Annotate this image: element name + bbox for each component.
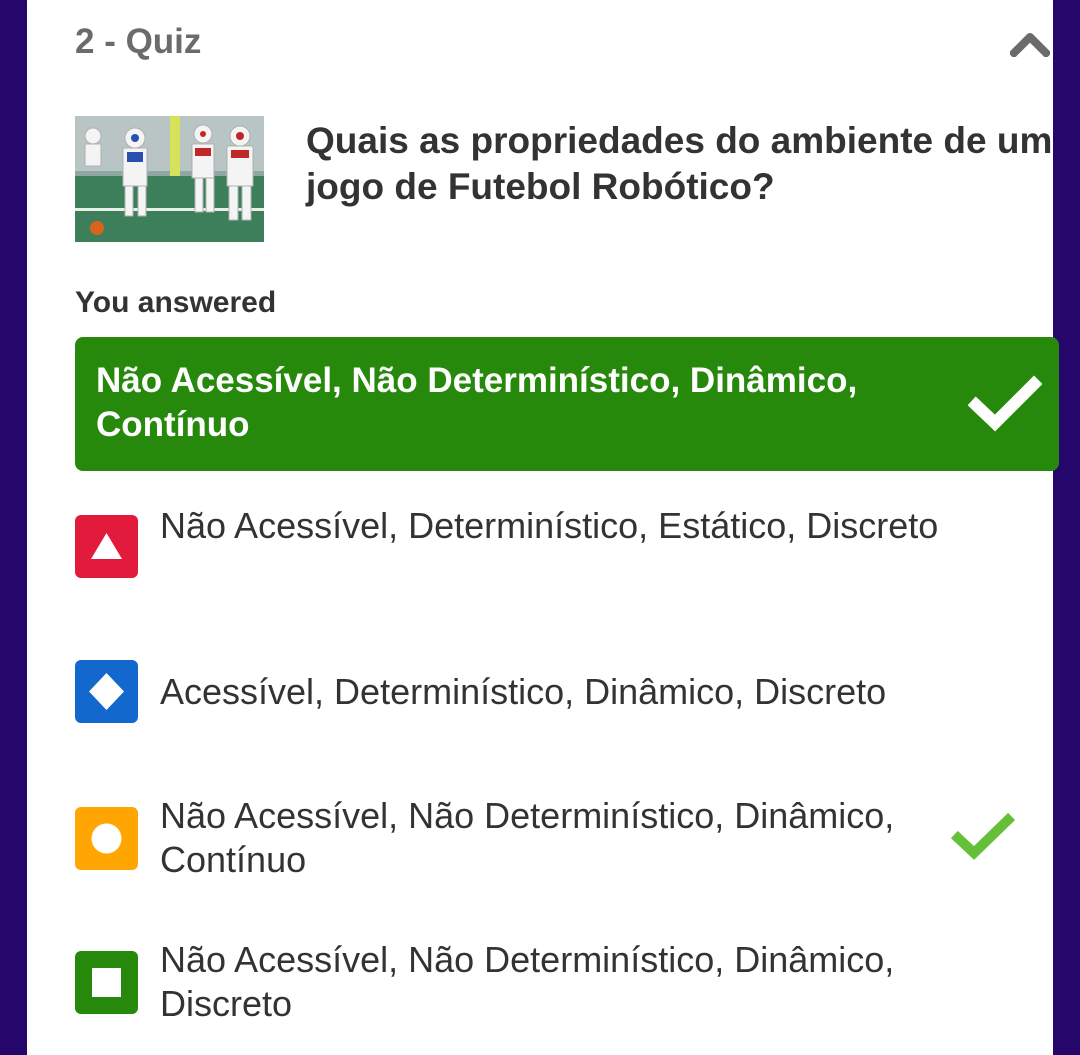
answer-option-text: Não Acessível, Não Determinístico, Dinâm… <box>160 939 895 1024</box>
answer-option-text: Acessível, Determinístico, Dinâmico, Dis… <box>160 671 887 712</box>
answer-option-circle[interactable]: Não Acessível, Não Determinístico, Dinâm… <box>75 794 1059 886</box>
correct-checkmark-icon <box>950 812 1016 862</box>
answer-option-diamond[interactable]: Acessível, Determinístico, Dinâmico, Dis… <box>75 660 1059 724</box>
you-answered-label: You answered <box>75 286 277 319</box>
checkmark-icon <box>967 375 1043 433</box>
triangle-icon <box>75 515 138 578</box>
diamond-icon <box>75 660 138 723</box>
answer-option-text: Não Acessível, Não Determinístico, Dinâm… <box>160 795 895 880</box>
quiz-title: 2 - Quiz <box>75 22 202 61</box>
selected-answer-text: Não Acessível, Não Determinístico, Dinâm… <box>96 361 858 444</box>
chevron-up-icon <box>1008 29 1052 62</box>
collapse-button[interactable] <box>1008 28 1052 62</box>
square-icon <box>75 951 138 1014</box>
quiz-card: 2 - Quiz Quais as propriedades do ambien… <box>27 0 1059 1055</box>
question-text: Quais as propriedades do ambiente de um … <box>306 120 1053 207</box>
answer-option-text: Não Acessível, Determinístico, Estático,… <box>160 505 939 546</box>
question-image <box>75 116 264 242</box>
selected-answer: Não Acessível, Não Determinístico, Dinâm… <box>75 337 1059 471</box>
circle-icon <box>75 807 138 870</box>
answer-option-triangle[interactable]: Não Acessível, Determinístico, Estático,… <box>75 504 1059 604</box>
answer-option-square[interactable]: Não Acessível, Não Determinístico, Dinâm… <box>75 938 1059 1030</box>
